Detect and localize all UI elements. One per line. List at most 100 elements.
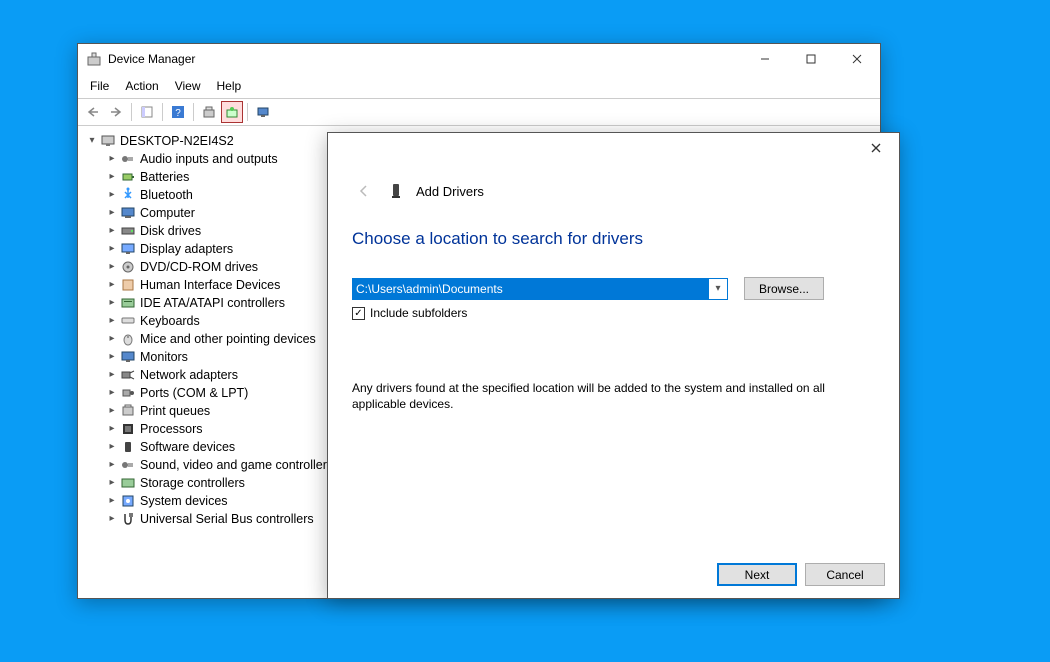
menu-bar: File Action View Help <box>78 74 880 99</box>
show-hide-tree-icon[interactable] <box>136 101 158 123</box>
scan-icon[interactable] <box>198 101 220 123</box>
tree-category-label: Print queues <box>140 402 210 420</box>
app-icon <box>86 51 102 67</box>
tree-category-label: Storage controllers <box>140 474 245 492</box>
category-icon <box>120 385 136 401</box>
include-subfolders-checkbox[interactable]: ✓ <box>352 307 365 320</box>
caret-right-icon[interactable]: ▸ <box>106 243 118 255</box>
next-button[interactable]: Next <box>717 563 797 586</box>
caret-right-icon[interactable]: ▸ <box>106 207 118 219</box>
category-icon <box>120 151 136 167</box>
category-icon <box>120 187 136 203</box>
caret-right-icon[interactable]: ▸ <box>106 369 118 381</box>
caret-right-icon[interactable]: ▸ <box>106 423 118 435</box>
back-icon[interactable] <box>82 101 104 123</box>
dialog-title: Add Drivers <box>416 184 484 199</box>
tree-category-label: DVD/CD-ROM drives <box>140 258 258 276</box>
tree-category-label: Software devices <box>140 438 235 456</box>
category-icon <box>120 475 136 491</box>
monitor-icon[interactable] <box>252 101 274 123</box>
tree-category-label: Bluetooth <box>140 186 193 204</box>
category-icon <box>120 331 136 347</box>
caret-right-icon[interactable]: ▸ <box>106 225 118 237</box>
dropdown-icon[interactable]: ▾ <box>709 279 727 299</box>
category-icon <box>120 205 136 221</box>
caret-right-icon[interactable]: ▸ <box>106 261 118 273</box>
close-button[interactable] <box>834 44 880 74</box>
tree-category-label: Monitors <box>140 348 188 366</box>
caret-right-icon[interactable]: ▸ <box>106 495 118 507</box>
caret-right-icon[interactable]: ▸ <box>106 387 118 399</box>
category-icon <box>120 457 136 473</box>
category-icon <box>120 241 136 257</box>
caret-right-icon[interactable]: ▸ <box>106 153 118 165</box>
computer-icon <box>100 133 116 149</box>
tree-category-label: System devices <box>140 492 228 510</box>
forward-icon[interactable] <box>105 101 127 123</box>
separator <box>193 103 194 121</box>
caret-right-icon[interactable]: ▸ <box>106 189 118 201</box>
category-icon <box>120 493 136 509</box>
caret-right-icon[interactable]: ▸ <box>106 459 118 471</box>
tree-category-label: Universal Serial Bus controllers <box>140 510 314 528</box>
path-combobox[interactable]: C:\Users\admin\Documents ▾ <box>352 278 728 300</box>
caret-right-icon[interactable]: ▸ <box>106 171 118 183</box>
tree-category-label: Keyboards <box>140 312 200 330</box>
add-drivers-dialog: Add Drivers Choose a location to search … <box>327 132 900 599</box>
tree-category-label: Mice and other pointing devices <box>140 330 316 348</box>
menu-action[interactable]: Action <box>117 76 166 96</box>
category-icon <box>120 277 136 293</box>
add-driver-icon[interactable] <box>221 101 243 123</box>
caret-right-icon[interactable]: ▸ <box>106 297 118 309</box>
dialog-back-icon[interactable] <box>352 179 376 203</box>
path-input[interactable]: C:\Users\admin\Documents <box>353 279 709 299</box>
tree-root-label: DESKTOP-N2EI4S2 <box>120 132 234 150</box>
info-text: Any drivers found at the specified locat… <box>352 380 832 412</box>
minimize-button[interactable] <box>742 44 788 74</box>
caret-down-icon[interactable]: ▾ <box>86 135 98 147</box>
category-icon <box>120 421 136 437</box>
category-icon <box>120 439 136 455</box>
browse-button[interactable]: Browse... <box>744 277 824 300</box>
caret-right-icon[interactable]: ▸ <box>106 333 118 345</box>
caret-right-icon[interactable]: ▸ <box>106 351 118 363</box>
caret-right-icon[interactable]: ▸ <box>106 279 118 291</box>
toolbar: ? <box>78 99 880 126</box>
category-icon <box>120 367 136 383</box>
cancel-button[interactable]: Cancel <box>805 563 885 586</box>
separator <box>247 103 248 121</box>
tree-category-label: Human Interface Devices <box>140 276 280 294</box>
dialog-close-button[interactable] <box>853 133 899 163</box>
category-icon <box>120 223 136 239</box>
category-icon <box>120 403 136 419</box>
menu-file[interactable]: File <box>82 76 117 96</box>
titlebar[interactable]: Device Manager <box>78 44 880 74</box>
tree-category-label: Batteries <box>140 168 189 186</box>
help-icon[interactable]: ? <box>167 101 189 123</box>
tree-category-label: Computer <box>140 204 195 222</box>
caret-right-icon[interactable]: ▸ <box>106 441 118 453</box>
tree-category-label: Audio inputs and outputs <box>140 150 278 168</box>
category-icon <box>120 295 136 311</box>
device-icon <box>388 182 404 200</box>
tree-category-label: Sound, video and game controllers <box>140 456 333 474</box>
separator <box>131 103 132 121</box>
menu-help[interactable]: Help <box>209 76 250 96</box>
svg-text:?: ? <box>175 108 181 119</box>
maximize-button[interactable] <box>788 44 834 74</box>
caret-right-icon[interactable]: ▸ <box>106 405 118 417</box>
category-icon <box>120 169 136 185</box>
category-icon <box>120 511 136 527</box>
include-subfolders-label: Include subfolders <box>370 306 467 320</box>
category-icon <box>120 313 136 329</box>
tree-category-label: Processors <box>140 420 203 438</box>
separator <box>162 103 163 121</box>
tree-category-label: IDE ATA/ATAPI controllers <box>140 294 285 312</box>
menu-view[interactable]: View <box>167 76 209 96</box>
tree-category-label: Network adapters <box>140 366 238 384</box>
caret-right-icon[interactable]: ▸ <box>106 513 118 525</box>
caret-right-icon[interactable]: ▸ <box>106 477 118 489</box>
category-icon <box>120 349 136 365</box>
window-title: Device Manager <box>108 52 742 66</box>
caret-right-icon[interactable]: ▸ <box>106 315 118 327</box>
